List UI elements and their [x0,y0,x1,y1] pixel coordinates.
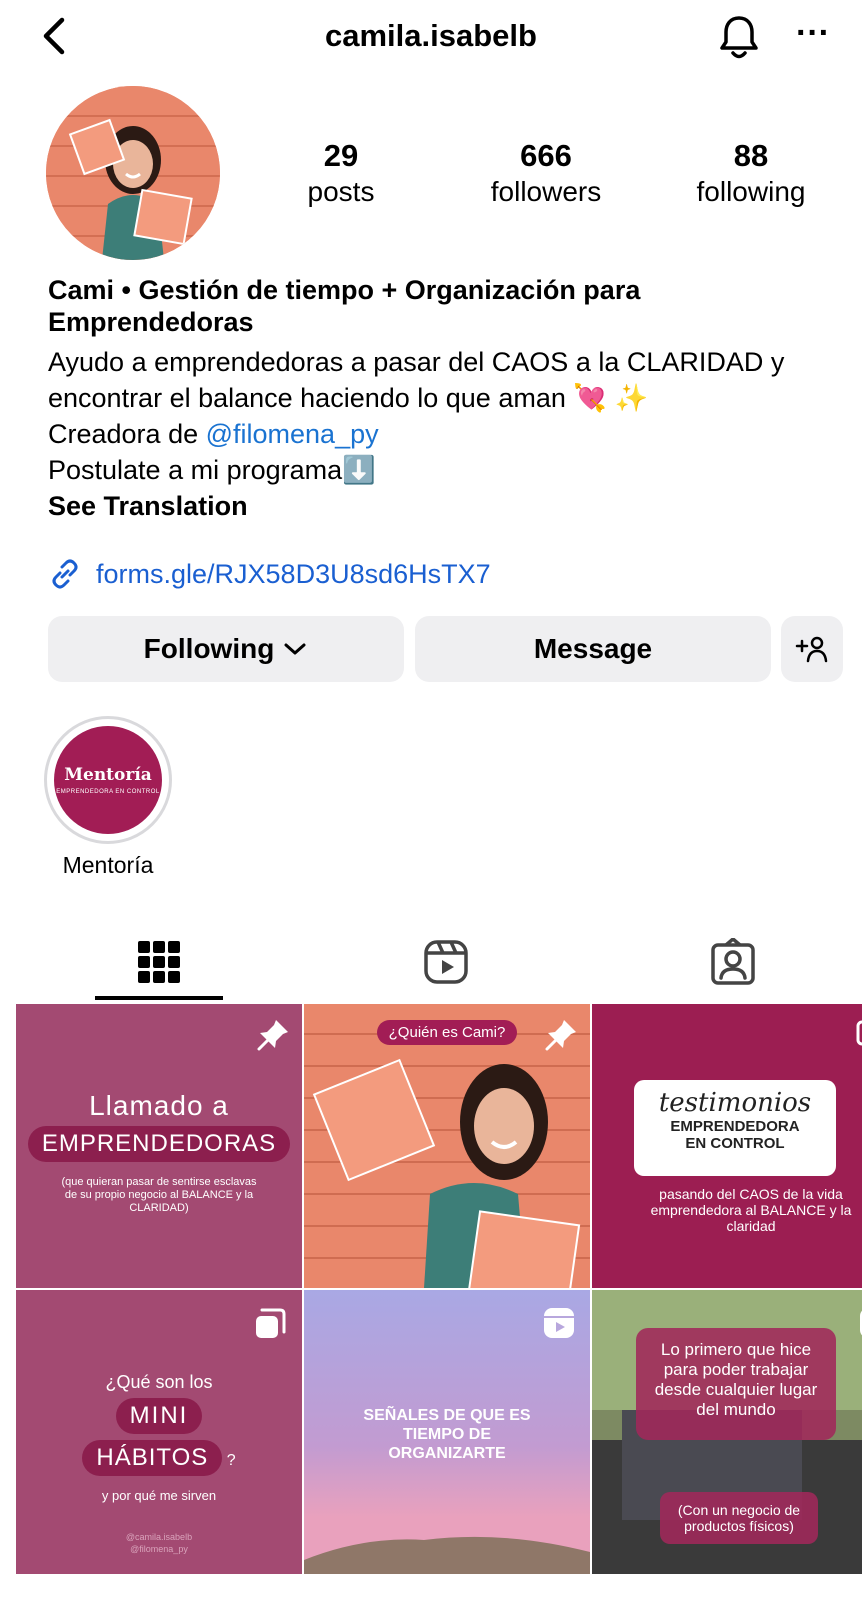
post-tile-5[interactable]: SEÑALES DE QUE ES TIEMPO DE ORGANIZARTE [304,1290,590,1574]
top-bar: camila.isabelb ··· [0,0,862,80]
bio-text-line-1: Ayudo a emprendedoras a pasar del CAOS a… [48,347,785,377]
profile-avatar[interactable] [46,86,220,260]
tile4-heading: ¿Qué son los [105,1372,213,1392]
tile2-pill: ¿Quién es Cami? [376,1020,518,1045]
tile2-pill-wrap: ¿Quién es Cami? [304,1020,590,1045]
following-button[interactable]: Following [48,616,404,682]
profile-bio: Cami • Gestión de tiempo + Organización … [48,274,848,524]
tile4-handle-2: @filomena_py [130,1544,188,1554]
tile6-caption-box: (Con un negocio de productos físicos) [660,1492,818,1544]
tile1-pill-wrap: EMPRENDEDORAS [16,1126,302,1162]
following-label: following [696,176,806,207]
message-button-label: Message [533,633,653,664]
tile3-caption: pasando del CAOS de la vida emprendedora… [650,1186,852,1234]
tile4-pill-habitos: HÁBITOS [82,1440,223,1476]
tile1-heading: Llamado a [89,1090,229,1121]
tile6-text-box: Lo primero que hice para poder trabajar … [636,1328,836,1440]
reel-icon [544,1308,574,1338]
tile1-small-text: (que quieran pasar de sentirse esclavas … [61,1176,257,1214]
tile4-pill-mini: MINI [115,1398,203,1434]
bio-link-text: forms.gle/RJX58D3U8sd6HsTX7 [96,558,491,589]
following-button-label: Following [143,633,275,664]
suggested-accounts-button[interactable] [781,616,843,682]
bio-creator-prefix: Creadora de [48,419,206,449]
chevron-down-icon [284,643,306,655]
posts-label: posts [307,176,375,207]
highlight-cover-title: Mentoría [64,764,152,785]
followers-number: 666 [520,138,572,173]
post-tile-1[interactable]: Llamado a EMPRENDEDORAS (que quieran pas… [16,1004,302,1288]
following-count[interactable]: 88 following [671,138,831,210]
posts-number: 29 [323,138,359,173]
tab-posts[interactable] [24,922,294,1002]
posts-count[interactable]: 29 posts [261,138,421,210]
reels-icon [424,940,468,984]
highlight-cover: Mentoría EMPRENDEDORA EN CONTROL [54,726,162,834]
tile3-card: testimonios EMPRENDEDORA EN CONTROL [634,1080,836,1176]
carousel-icon [256,1308,286,1338]
tab-reels[interactable] [311,922,581,1002]
tile4-pill2-wrap: HÁBITOS ? [16,1440,302,1476]
reel-icon [860,1310,862,1336]
see-translation-link[interactable]: See Translation [48,488,848,524]
active-tab-indicator [95,996,223,1000]
bell-icon [720,16,758,59]
bio-name-line-1: Cami • Gestión de tiempo + Organización … [48,275,641,305]
avatar-photo [46,86,220,260]
tile4-handle-1: @camila.isabelb [125,1532,193,1542]
mention-link[interactable]: @filomena_py [206,419,379,449]
carousel-icon [856,1020,862,1046]
tile6-caption: (Con un negocio de productos físicos) [677,1502,801,1534]
post-tile-2[interactable]: ¿Quién es Cami? [304,1004,590,1288]
tile3-line2: EN CONTROL [685,1135,785,1152]
message-button[interactable]: Message [415,616,771,682]
following-number: 88 [733,138,769,173]
bio-link[interactable]: forms.gle/RJX58D3U8sd6HsTX7 [48,554,491,594]
tagged-person-icon [711,938,755,985]
tile4-subheading: y por qué me sirven [101,1488,217,1503]
pin-icon [257,1020,288,1051]
bio-text-line-2: encontrar el balance haciendo lo que ama… [48,383,649,413]
highlight-cover-subtitle: EMPRENDEDORA EN CONTROL [56,788,160,795]
link-icon [52,559,78,589]
grid-icon [138,941,180,983]
tile3-line1: EMPRENDEDORA [670,1118,800,1135]
tile3-script: testimonios [658,1088,812,1118]
tile6-text: Lo primero que hice para poder trabajar … [654,1340,818,1419]
highlight-mentoria[interactable]: Mentoría EMPRENDEDORA EN CONTROL [44,716,172,844]
bio-text-line-3: Creadora de @filomena_py [48,416,848,452]
tile5-text: SEÑALES DE QUE ES TIEMPO DE ORGANIZARTE [363,1407,531,1462]
tile4-pill1-wrap: MINI [16,1398,302,1434]
post-tile-3[interactable]: testimonios EMPRENDEDORA EN CONTROL pasa… [592,1004,862,1288]
followers-label: followers [490,176,602,207]
tile4-question-mark: ? [226,1452,236,1469]
more-options-button[interactable]: ··· [790,16,836,56]
notifications-button[interactable] [716,12,762,62]
highlight-label: Mentoría [62,852,154,878]
followers-count[interactable]: 666 followers [466,138,626,210]
post-tile-6[interactable]: Lo primero que hice para poder trabajar … [592,1290,862,1574]
bio-text-line-4: Postulate a mi programa⬇️ [48,455,376,485]
tile1-pill: EMPRENDEDORAS [27,1126,291,1162]
tab-tagged[interactable] [598,922,862,1002]
add-person-icon [795,636,828,663]
post-tile-4[interactable]: ¿Qué son los MINI HÁBITOS ? y por qué me… [16,1290,302,1574]
bio-name-line-2: Emprendedoras [48,307,254,337]
